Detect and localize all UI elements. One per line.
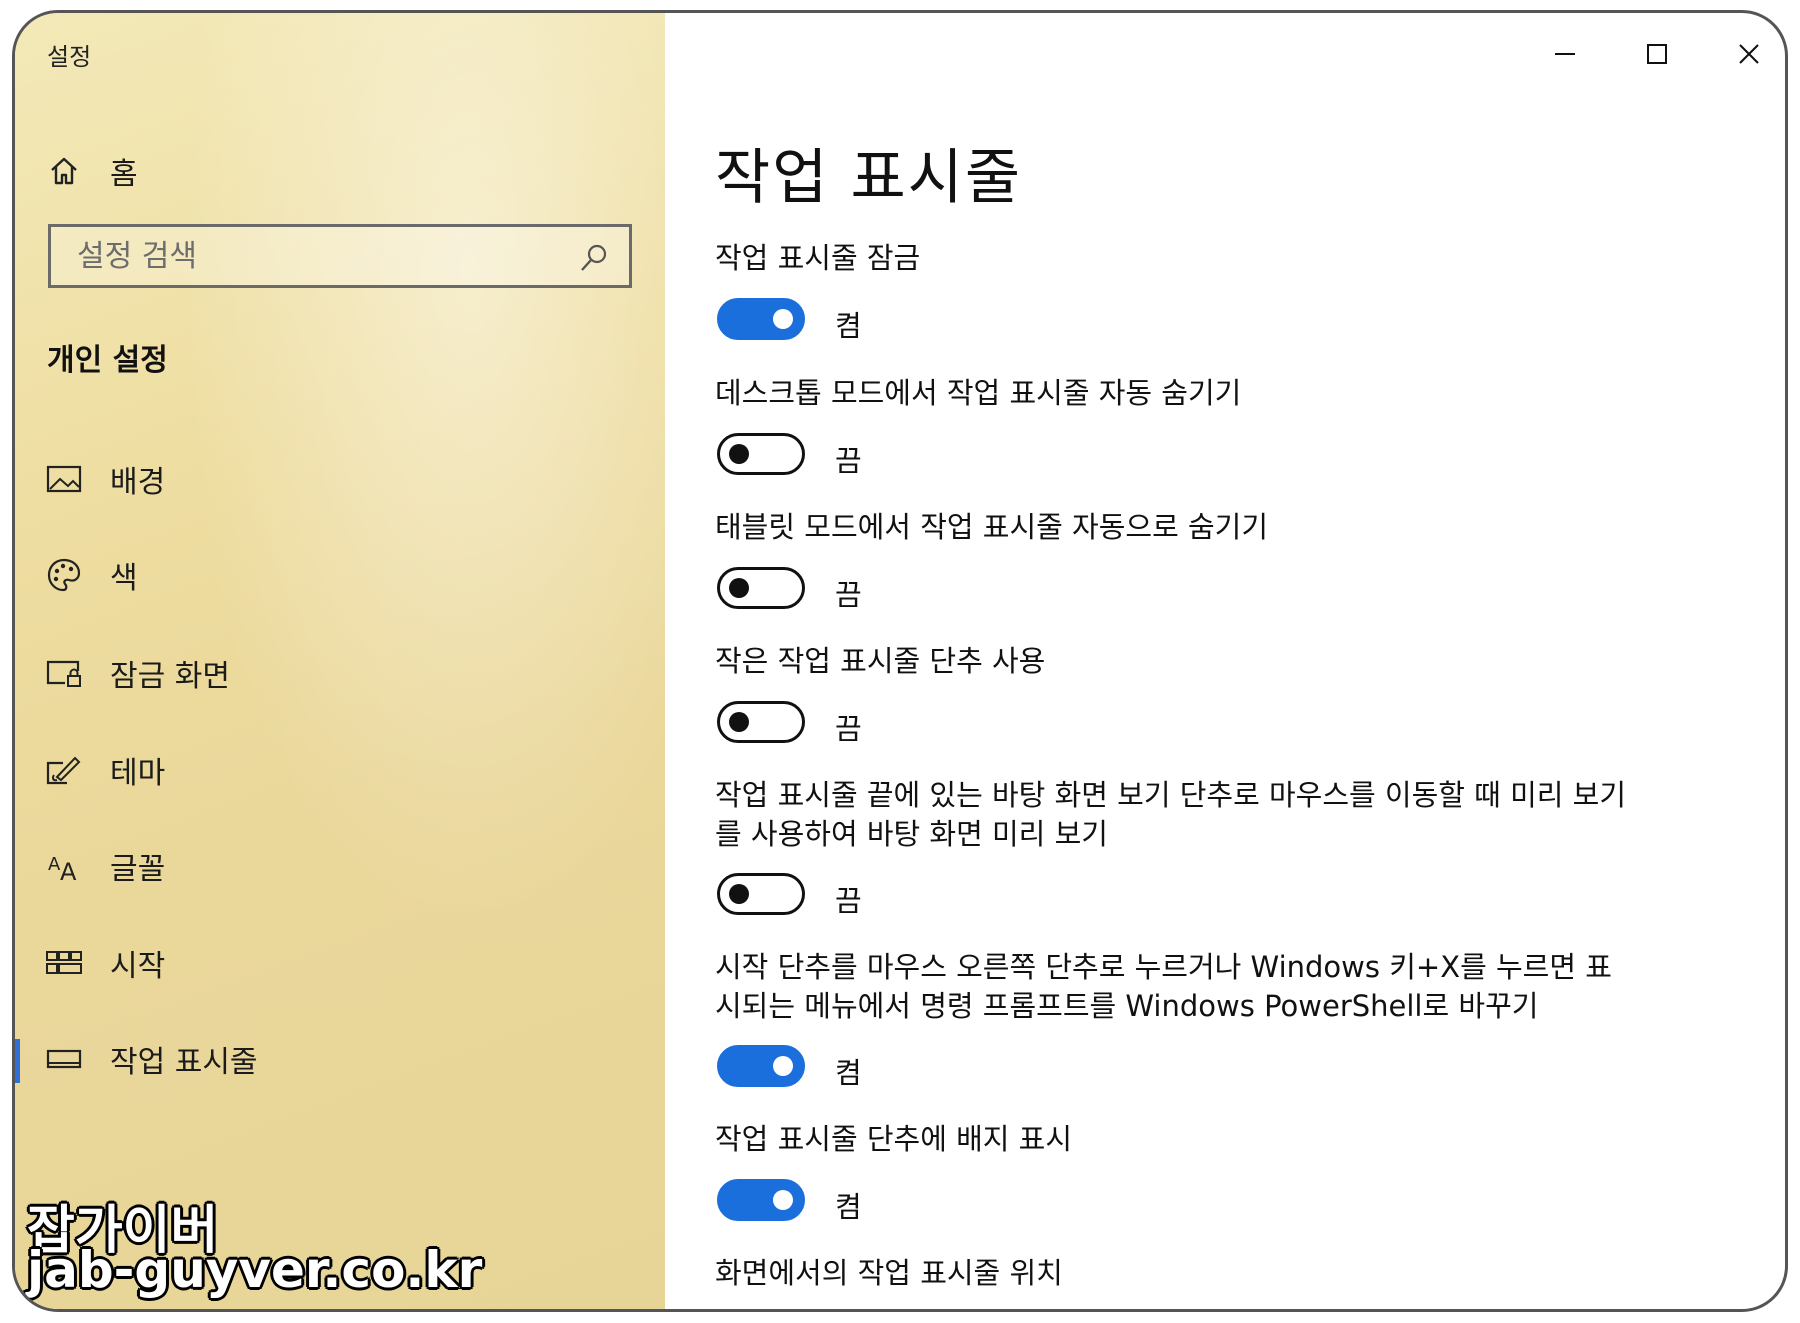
- toggle-autohide-tablet[interactable]: [717, 567, 805, 609]
- setting-label-position: 화면에서의 작업 표시줄 위치: [715, 1256, 1063, 1290]
- setting-label-autohide-tablet: 태블릿 모드에서 작업 표시줄 자동으로 숨기기: [715, 510, 1269, 544]
- palette-icon: [45, 556, 83, 594]
- home-icon: [45, 152, 83, 190]
- toggle-state-label: 끔: [835, 884, 862, 918]
- sidebar-item-label: 잠금 화면: [110, 659, 230, 694]
- font-icon: AA: [45, 847, 83, 885]
- toggle-knob: [729, 712, 749, 732]
- sidebar-item-label: 글꼴: [110, 852, 166, 887]
- toggle-state-label: 끔: [835, 444, 862, 478]
- sidebar-item-background[interactable]: 배경: [15, 449, 665, 509]
- sidebar-item-label: 시작: [110, 949, 166, 984]
- settings-window: 설정 홈 개인 설정 배경 색: [12, 10, 1788, 1312]
- maximize-icon: [1645, 42, 1669, 70]
- theme-brush-icon: [45, 751, 83, 789]
- close-icon: [1737, 42, 1761, 70]
- start-tiles-icon: [45, 944, 83, 982]
- toggle-powershell[interactable]: [717, 1045, 805, 1087]
- picture-icon: [45, 460, 83, 498]
- sidebar-item-fonts[interactable]: AA 글꼴: [15, 836, 665, 896]
- toggle-knob: [729, 578, 749, 598]
- search-input[interactable]: [75, 237, 559, 275]
- toggle-autohide-desktop[interactable]: [717, 433, 805, 475]
- setting-label-autohide-desktop: 데스크톱 모드에서 작업 표시줄 자동 숨기기: [715, 376, 1242, 410]
- toggle-state-label: 켬: [835, 1056, 862, 1090]
- watermark-url: jab-guyver.co.kr: [27, 1241, 483, 1299]
- setting-label-lock-taskbar: 작업 표시줄 잠금: [715, 241, 921, 275]
- svg-text:A: A: [60, 858, 77, 882]
- sidebar-item-start[interactable]: 시작: [15, 933, 665, 993]
- setting-label-peek: 작업 표시줄 끝에 있는 바탕 화면 보기 단추로 마우스를 이동할 때 미리 …: [715, 778, 1627, 851]
- search-box[interactable]: [48, 224, 632, 288]
- page-title: 작업 표시줄: [715, 143, 1023, 213]
- sidebar-item-label: 테마: [110, 756, 166, 791]
- sidebar-item-color[interactable]: 색: [15, 545, 665, 605]
- toggle-state-label: 켬: [835, 309, 862, 343]
- sidebar-item-taskbar[interactable]: 작업 표시줄: [15, 1029, 665, 1089]
- sidebar-item-home[interactable]: 홈: [15, 141, 665, 201]
- toggle-lock-taskbar[interactable]: [717, 298, 805, 340]
- section-title: 개인 설정: [47, 343, 168, 378]
- search-icon[interactable]: [579, 243, 609, 273]
- sidebar-item-label: 색: [110, 561, 138, 596]
- app-title: 설정: [47, 43, 92, 71]
- minimize-icon: [1553, 42, 1577, 70]
- toggle-knob: [729, 884, 749, 904]
- toggle-knob: [773, 309, 793, 329]
- sidebar-item-label: 홈: [110, 157, 138, 192]
- toggle-knob: [773, 1056, 793, 1076]
- toggle-state-label: 끔: [835, 578, 862, 612]
- sidebar-item-label: 작업 표시줄: [110, 1045, 258, 1080]
- toggle-peek[interactable]: [717, 873, 805, 915]
- setting-label-badges: 작업 표시줄 단추에 배지 표시: [715, 1122, 1073, 1156]
- sidebar-item-theme[interactable]: 테마: [15, 740, 665, 800]
- toggle-state-label: 켬: [835, 1190, 862, 1224]
- toggle-state-label: 끔: [835, 712, 862, 746]
- maximize-button[interactable]: [1627, 31, 1687, 81]
- sidebar: 설정 홈 개인 설정 배경 색: [15, 13, 665, 1309]
- taskbar-icon: [45, 1040, 83, 1078]
- toggle-knob: [729, 444, 749, 464]
- setting-label-powershell: 시작 단추를 마우스 오른쪽 단추로 누르거나 Windows 키+X를 누르면…: [715, 950, 1612, 1023]
- close-button[interactable]: [1719, 31, 1779, 81]
- toggle-knob: [773, 1190, 793, 1210]
- toggle-badges[interactable]: [717, 1179, 805, 1221]
- sidebar-item-label: 배경: [110, 465, 166, 500]
- toggle-small-buttons[interactable]: [717, 701, 805, 743]
- minimize-button[interactable]: [1535, 31, 1595, 81]
- setting-label-small-buttons: 작은 작업 표시줄 단추 사용: [715, 644, 1046, 678]
- sidebar-item-lock-screen[interactable]: 잠금 화면: [15, 643, 665, 703]
- lock-screen-icon: [45, 654, 83, 692]
